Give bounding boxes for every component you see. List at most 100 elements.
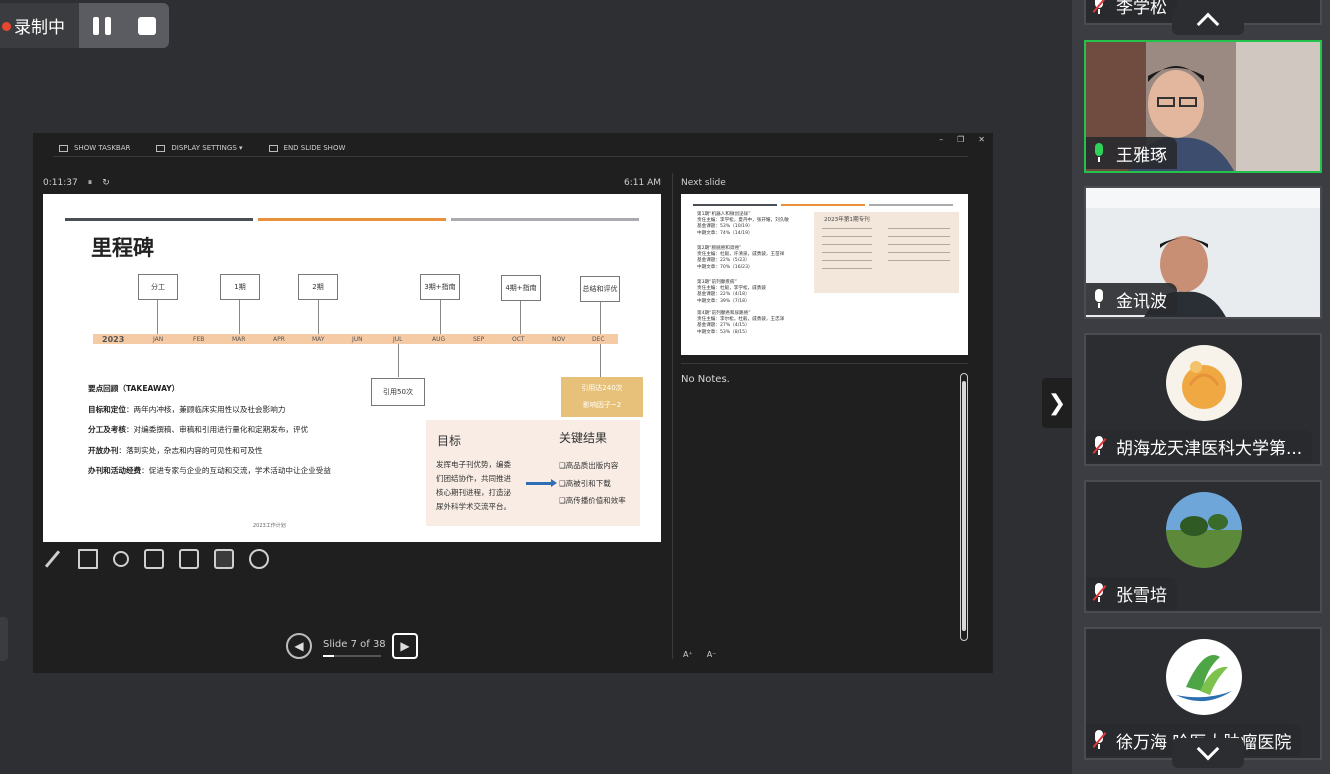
recording-dot-icon — [2, 22, 11, 31]
slide-header-bars — [65, 218, 639, 221]
subtitles-icon[interactable] — [179, 549, 199, 569]
takeaway-item: 办刊和活动经费：促进专家与企业的互动和交流，学术活动中让企业受益 — [88, 466, 331, 475]
display-settings-button[interactable]: DISPLAY SETTINGS ▾ — [156, 144, 243, 152]
month-label: JUL — [393, 336, 403, 343]
result-item: ❑高传播价值和效率 — [559, 496, 626, 505]
milestone-box: 1期 — [220, 274, 260, 300]
display-settings-icon — [156, 144, 166, 152]
next-bar-orange — [781, 204, 865, 206]
zoom-icon[interactable] — [113, 551, 129, 567]
card-line — [822, 252, 872, 253]
scroll-up-button[interactable] — [1172, 5, 1244, 36]
milestone-box: 总结和评优 — [580, 276, 620, 302]
timer-reset-icon[interactable]: ↻ — [102, 178, 110, 188]
more-options-icon[interactable] — [249, 549, 269, 569]
close-icon[interactable]: ✕ — [978, 135, 985, 144]
participant-tile[interactable]: 张雪培 — [1084, 480, 1322, 613]
stop-icon[interactable] — [137, 16, 156, 35]
participant-tile[interactable]: 胡海龙天津医科大学第... — [1084, 333, 1322, 466]
presenter-view: SHOW TASKBAR DISPLAY SETTINGS ▾ END SLID… — [33, 133, 993, 673]
current-slide[interactable]: 里程碑 分工 1期 2期 3期+指南 4期+指南 总结和评优 2023 JAN … — [43, 194, 661, 542]
notes-divider — [681, 363, 968, 364]
scroll-down-button[interactable] — [1172, 737, 1244, 768]
black-screen-icon[interactable] — [144, 549, 164, 569]
milestone-box: 2期 — [298, 274, 338, 300]
card-line — [822, 260, 872, 261]
left-edge-tab[interactable] — [0, 617, 8, 661]
camera-icon[interactable] — [214, 549, 234, 569]
mic-live-icon — [1092, 143, 1106, 163]
participant-avatar — [1166, 492, 1242, 568]
see-all-slides-icon[interactable] — [78, 549, 98, 569]
end-slide-show-button[interactable]: END SLIDE SHOW — [268, 144, 346, 152]
column-divider — [672, 173, 673, 659]
taskbar-icon — [59, 144, 68, 152]
month-label: AUG — [432, 336, 446, 343]
timer-pause-icon[interactable]: ⏸ — [88, 178, 93, 188]
next-slide-preview[interactable]: 第1期“机器人和微创泌尿” 责任主编：李学松，夏丹中，张开耀，刘久敏 基金课题：53… — [681, 194, 968, 355]
month-label: JAN — [153, 336, 164, 343]
arrow-icon — [526, 479, 557, 487]
participant-tile[interactable]: 王雅琢 — [1084, 40, 1322, 173]
mic-muted-icon — [1092, 583, 1107, 603]
goal-title: 目标 — [437, 434, 462, 448]
toolbar-divider — [53, 156, 968, 157]
month-label: JUN — [352, 336, 363, 343]
slide-footer: 2023工作计划 — [253, 523, 286, 529]
goal-panel: 目标 关键结果 发挥电子刊优势，编委 们团结协作，共同推进 核心期刊进程，打造泌… — [426, 420, 640, 526]
notes-scrollbar[interactable] — [960, 373, 968, 641]
card-line — [888, 244, 950, 245]
takeaway-item: 开放办刊：落到实处，杂志和内容的可见性和可及性 — [88, 446, 263, 455]
takeaway-item: 目标和定位：两年内冲核，兼顾临床实用性以及社会影响力 — [88, 405, 286, 414]
next-slide-block: 第1期“机器人和微创泌尿” 责任主编：李学松，夏丹中，张开耀，刘久敏 基金课题：53… — [697, 212, 789, 236]
presenter-toolbar: SHOW TASKBAR DISPLAY SETTINGS ▾ END SLID… — [33, 133, 993, 163]
month-label: FEB — [193, 336, 205, 343]
sidebar-toggle-button[interactable]: ❯ — [1042, 378, 1072, 428]
mic-muted-icon — [1092, 730, 1107, 750]
milestone-line — [157, 300, 158, 334]
slide-counter[interactable]: Slide 7 of 38 — [323, 639, 386, 650]
decrease-font-icon[interactable]: A⁻ — [707, 650, 717, 659]
font-size-controls: A⁺ A⁻ — [683, 650, 716, 659]
participant-name: 王雅琢 — [1116, 145, 1167, 166]
next-slide-card-title: 2023年第1期专刊 — [824, 217, 870, 223]
next-bar-dark — [693, 204, 777, 206]
end-slide-show-label: END SLIDE SHOW — [283, 144, 346, 152]
speaker-notes[interactable]: No Notes. — [681, 374, 730, 385]
window-buttons: – ❐ ✕ — [939, 135, 985, 144]
month-label: SEP — [473, 336, 485, 343]
month-label: NOV — [552, 336, 566, 343]
elapsed-timer: 0:11:37 — [43, 178, 78, 188]
participant-name: 张雪培 — [1116, 585, 1167, 606]
pen-icon[interactable] — [43, 549, 63, 569]
increase-font-icon[interactable]: A⁺ — [683, 650, 693, 659]
show-taskbar-button[interactable]: SHOW TASKBAR — [59, 144, 130, 152]
citation-goal-box: 引用达240次 影响因子~2 — [561, 377, 643, 417]
participant-name: 金讯波 — [1116, 291, 1167, 312]
month-label: OCT — [512, 336, 525, 343]
recording-controls — [79, 3, 169, 48]
chevron-right-icon: ❯ — [1047, 390, 1067, 416]
end-show-icon — [268, 144, 278, 152]
next-slide-block: 第4期“前列腺癌和尿路癌” 责任主编：李尔松，杜毅，戚勇骏，王忠泽 基金课题：27%… — [697, 311, 785, 335]
participant-avatar — [1166, 345, 1242, 421]
slide-title: 里程碑 — [91, 235, 154, 260]
presenter-tools — [43, 549, 269, 569]
milestone-box: 4期+指南 — [501, 275, 541, 301]
result-item: ❑高被引和下载 — [559, 479, 611, 488]
header-bar-dark — [65, 218, 253, 221]
milestone-line — [440, 300, 441, 334]
timer-row: 0:11:37 ⏸ ↻ 6:11 AM — [43, 178, 661, 188]
timeline-year: 2023 — [102, 335, 125, 344]
milestone-line — [239, 300, 240, 334]
milestone-line — [600, 302, 601, 334]
next-slide-button[interactable]: ▶ — [392, 633, 418, 659]
citation-box: 引用50次 — [371, 378, 425, 406]
card-line — [822, 236, 872, 237]
pause-icon[interactable] — [92, 16, 111, 35]
previous-slide-button[interactable]: ◀ — [286, 633, 312, 659]
participant-tile[interactable]: 金讯波 — [1084, 186, 1322, 319]
minimize-icon[interactable]: – — [939, 135, 943, 144]
restore-icon[interactable]: ❐ — [957, 135, 964, 144]
takeaway-title: 要点回顾（TAKEAWAY） — [88, 384, 180, 393]
